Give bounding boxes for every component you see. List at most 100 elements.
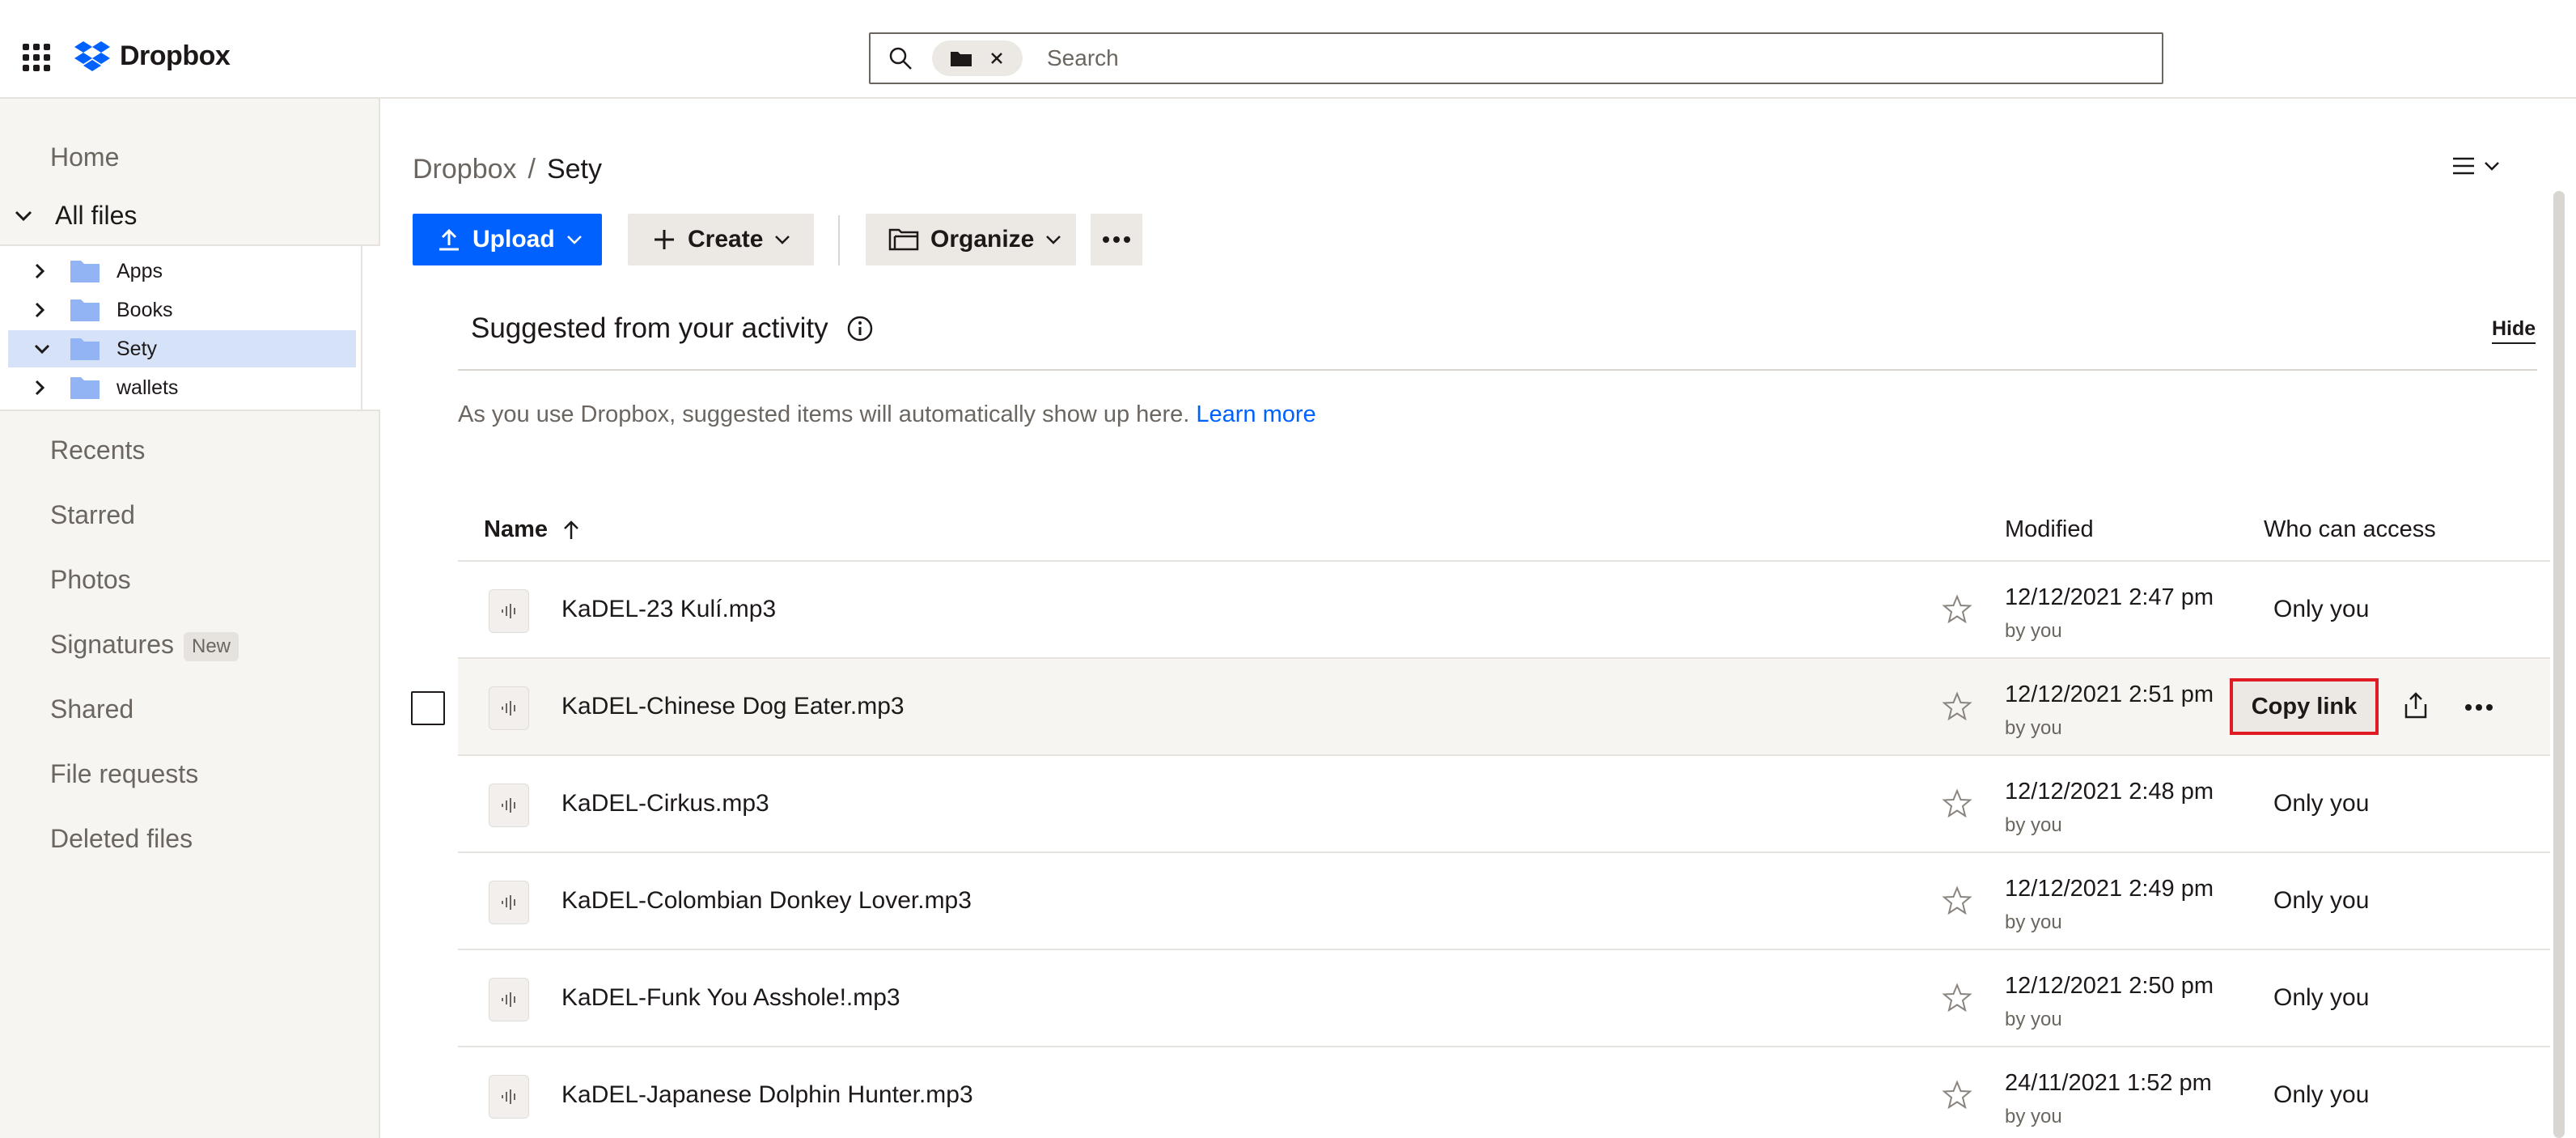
modified-date: 12/12/2021 2:50 pm xyxy=(2005,973,2214,999)
tree-item-apps[interactable]: Apps xyxy=(8,253,356,290)
star-icon[interactable] xyxy=(1942,983,1972,1013)
list-view-icon xyxy=(2453,157,2474,175)
dropbox-logo[interactable]: Dropbox xyxy=(74,40,231,72)
organize-button[interactable]: Organize xyxy=(866,214,1076,265)
folder-icon xyxy=(70,338,100,360)
chevron-right-icon[interactable] xyxy=(34,380,58,396)
file-name[interactable]: KaDEL-23 Kulí.mp3 xyxy=(561,596,776,623)
sidebar-item-starred[interactable]: Starred xyxy=(50,500,135,530)
top-bar: Dropbox xyxy=(0,0,2576,99)
breadcrumb: Dropbox / Sety xyxy=(413,154,602,185)
organize-label: Organize xyxy=(930,226,1035,253)
hide-suggested-button[interactable]: Hide xyxy=(2492,317,2536,344)
sidebar-item-home[interactable]: Home xyxy=(50,142,119,172)
search-folder-filter-chip[interactable] xyxy=(932,40,1023,76)
table-row[interactable]: KaDEL-Cirkus.mp3 12/12/2021 2:48 pm by y… xyxy=(458,756,2550,853)
close-icon[interactable] xyxy=(989,50,1005,66)
dropbox-logo-icon xyxy=(74,40,110,71)
row-more-actions-button[interactable] xyxy=(2464,691,2497,724)
suggested-divider xyxy=(458,369,2537,371)
file-name[interactable]: KaDEL-Funk You Asshole!.mp3 xyxy=(561,984,900,1012)
sidebar-item-all-files[interactable]: All files xyxy=(15,201,137,231)
access-label: Only you xyxy=(2273,1081,2370,1108)
modified-date: 12/12/2021 2:51 pm xyxy=(2005,682,2214,707)
main-scrollbar[interactable] xyxy=(2553,191,2565,1138)
chevron-right-icon[interactable] xyxy=(34,302,58,318)
star-icon[interactable] xyxy=(1942,594,1972,625)
folder-icon xyxy=(70,299,100,321)
chevron-down-icon[interactable] xyxy=(34,343,58,355)
modified-by: by you xyxy=(2005,620,2062,642)
chevron-down-icon[interactable] xyxy=(15,210,32,222)
search-input[interactable] xyxy=(1047,36,2162,81)
more-actions-button[interactable] xyxy=(1091,214,1142,265)
table-row[interactable]: KaDEL-Colombian Donkey Lover.mp3 12/12/2… xyxy=(458,853,2550,950)
table-row[interactable]: KaDEL-Chinese Dog Eater.mp3 12/12/2021 2… xyxy=(458,659,2550,756)
suggested-title-text: Suggested from your activity xyxy=(471,312,828,344)
folder-icon xyxy=(70,261,100,282)
tree-item-books[interactable]: Books xyxy=(8,291,356,329)
chevron-down-icon xyxy=(775,236,790,244)
info-icon[interactable] xyxy=(846,315,874,342)
tree-item-label: wallets xyxy=(117,376,179,399)
sidebar-item-deleted-files[interactable]: Deleted files xyxy=(50,824,193,854)
column-header-name[interactable]: Name xyxy=(484,516,580,543)
modified-by: by you xyxy=(2005,1106,2062,1127)
sidebar: Home All files Apps Books Sety wallets R… xyxy=(0,99,380,1138)
sort-ascending-icon xyxy=(564,520,578,539)
star-icon[interactable] xyxy=(1942,1080,1972,1110)
star-icon[interactable] xyxy=(1942,691,1972,722)
table-row[interactable]: KaDEL-Japanese Dolphin Hunter.mp3 24/11/… xyxy=(458,1047,2550,1138)
sidebar-item-label: Signatures xyxy=(50,630,174,659)
copy-link-button[interactable]: Copy link xyxy=(2230,678,2379,735)
chevron-right-icon[interactable] xyxy=(34,263,58,279)
audio-file-icon xyxy=(489,783,529,827)
tree-item-wallets[interactable]: wallets xyxy=(8,369,356,406)
modified-by: by you xyxy=(2005,1008,2062,1030)
column-header-label: Name xyxy=(484,516,548,542)
breadcrumb-current: Sety xyxy=(546,154,603,185)
sidebar-item-shared[interactable]: Shared xyxy=(50,694,133,724)
audio-file-icon xyxy=(489,881,529,924)
learn-more-link[interactable]: Learn more xyxy=(1196,401,1316,427)
tree-item-label: Sety xyxy=(117,337,158,360)
chevron-down-icon xyxy=(1046,236,1061,244)
sidebar-item-photos[interactable]: Photos xyxy=(50,565,131,595)
modified-date: 12/12/2021 2:48 pm xyxy=(2005,779,2214,805)
folder-tree: Apps Books Sety wallets xyxy=(0,244,380,411)
file-name[interactable]: KaDEL-Japanese Dolphin Hunter.mp3 xyxy=(561,1081,973,1109)
column-header-access[interactable]: Who can access xyxy=(2264,516,2436,543)
app-grid-icon[interactable] xyxy=(23,44,50,71)
access-label: Only you xyxy=(2273,984,2370,1011)
row-select-checkbox[interactable] xyxy=(411,691,445,725)
create-button[interactable]: Create xyxy=(628,214,814,265)
share-icon[interactable] xyxy=(2400,690,2432,722)
chevron-down-icon xyxy=(566,236,582,244)
table-row[interactable]: KaDEL-23 Kulí.mp3 12/12/2021 2:47 pm by … xyxy=(458,562,2550,659)
plus-icon xyxy=(655,230,674,249)
audio-file-icon xyxy=(489,1075,529,1119)
file-name[interactable]: KaDEL-Chinese Dog Eater.mp3 xyxy=(561,693,905,720)
view-options-button[interactable] xyxy=(2451,155,2500,176)
upload-icon xyxy=(439,228,459,251)
suggested-title: Suggested from your activity xyxy=(471,312,874,345)
upload-button[interactable]: Upload xyxy=(413,214,602,265)
tree-item-label: Apps xyxy=(117,259,163,282)
modified-date: 24/11/2021 1:52 pm xyxy=(2005,1070,2212,1096)
breadcrumb-root-link[interactable]: Dropbox xyxy=(413,154,517,185)
star-icon[interactable] xyxy=(1942,788,1972,819)
sidebar-item-signatures[interactable]: Signatures New xyxy=(50,630,239,661)
file-name[interactable]: KaDEL-Colombian Donkey Lover.mp3 xyxy=(561,887,972,915)
column-header-modified[interactable]: Modified xyxy=(2005,516,2094,543)
file-name[interactable]: KaDEL-Cirkus.mp3 xyxy=(561,790,769,817)
tree-item-sety[interactable]: Sety xyxy=(8,330,356,367)
sidebar-item-file-requests[interactable]: File requests xyxy=(50,759,198,789)
modified-by: by you xyxy=(2005,717,2062,739)
tree-item-label: Books xyxy=(117,298,173,321)
table-row[interactable]: KaDEL-Funk You Asshole!.mp3 12/12/2021 2… xyxy=(458,950,2550,1047)
star-icon[interactable] xyxy=(1942,885,1972,916)
sidebar-item-recents[interactable]: Recents xyxy=(50,435,145,465)
audio-file-icon xyxy=(489,589,529,633)
folder-icon xyxy=(70,377,100,399)
search-bar[interactable] xyxy=(869,32,2163,84)
